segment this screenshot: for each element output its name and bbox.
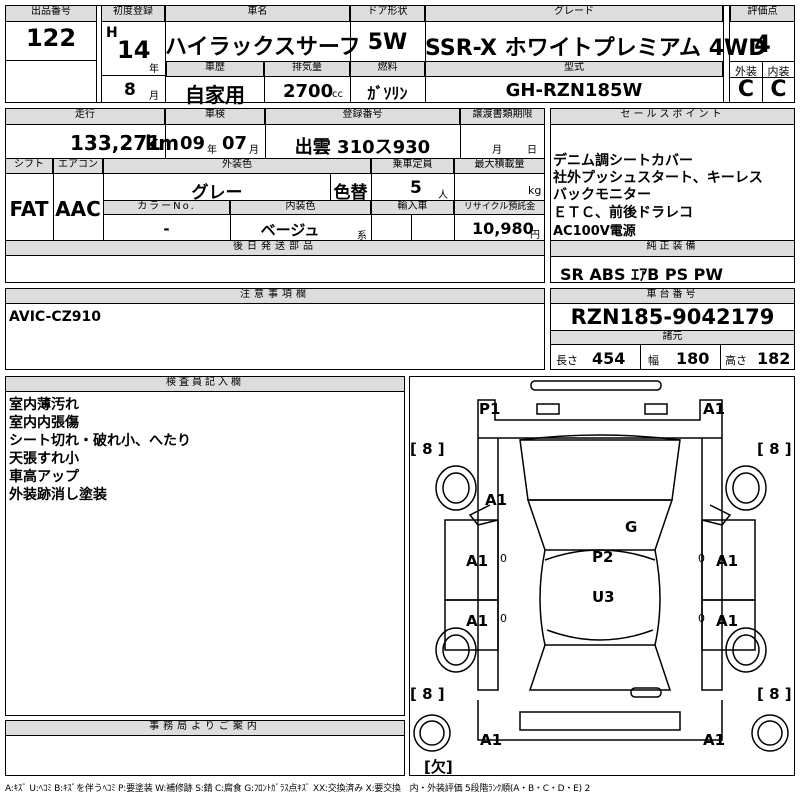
left-front-door-damage: A1 [466, 552, 489, 570]
rear-right-damage: A1 [703, 731, 726, 749]
windshield-damage: G [625, 518, 638, 536]
right-front-door-damage: A1 [716, 552, 739, 570]
right-rear-door-mark: 0 [698, 612, 705, 625]
car-diagram [413, 380, 789, 752]
hood-left-damage: A1 [485, 491, 508, 509]
right-rear-door-damage: A1 [716, 612, 739, 630]
tire-fr-mark: [ 8 ] [757, 440, 792, 458]
front-right-damage: A1 [703, 400, 726, 418]
right-front-door-mark: 0 [698, 552, 705, 565]
rear-left-damage: A1 [480, 731, 503, 749]
spare-tire-mark: [欠] [424, 758, 453, 776]
front-left-damage: P1 [479, 400, 501, 418]
tire-rr-mark: [ 8 ] [757, 685, 792, 703]
roof-damage: P2 [592, 548, 614, 566]
left-front-door-mark: 0 [500, 552, 507, 565]
tire-rl-mark: [ 8 ] [410, 685, 445, 703]
legend: A:ｷｽﾞ U:ﾍｺﾐ B:ｷｽﾞを伴うﾍｺﾐ P:要塗装 W:補修跡 S:錆 … [5, 784, 591, 794]
rear-roof-damage: U3 [592, 588, 615, 606]
left-rear-door-mark: 0 [500, 612, 507, 625]
left-rear-door-damage: A1 [466, 612, 489, 630]
tire-fl-mark: [ 8 ] [410, 440, 445, 458]
